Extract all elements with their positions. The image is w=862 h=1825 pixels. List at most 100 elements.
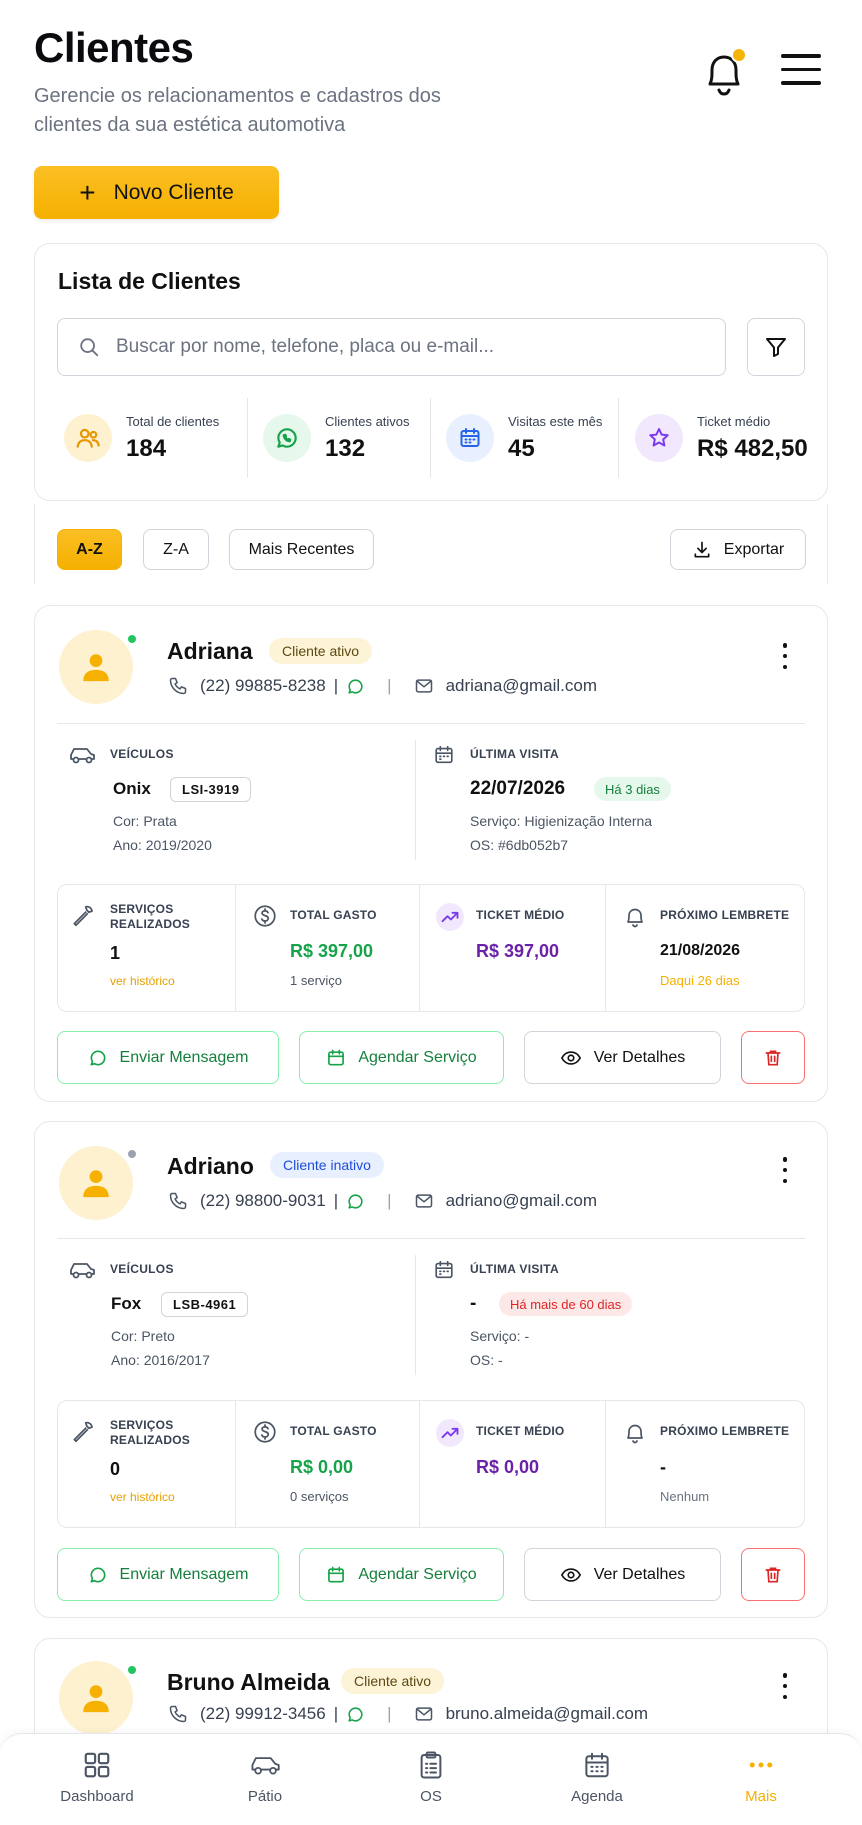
dollar-icon: [254, 1421, 276, 1443]
new-client-button[interactable]: + Novo Cliente: [34, 166, 279, 219]
list-title: Lista de Clientes: [58, 268, 241, 294]
email-address[interactable]: adriana@gmail.com: [446, 676, 597, 696]
email-address[interactable]: adriano@gmail.com: [446, 1191, 597, 1211]
car-icon: [70, 1263, 95, 1279]
nav-label: Mais: [745, 1788, 777, 1805]
nav-more[interactable]: Mais: [691, 1750, 831, 1805]
phone-number[interactable]: (22) 99912-3456: [200, 1704, 326, 1724]
button-label: Ver Detalhes: [593, 1048, 686, 1066]
send-message-button[interactable]: Enviar Mensagem: [57, 1031, 279, 1084]
vehicle-model: Fox: [111, 1294, 142, 1313]
stat-value: 45: [508, 434, 535, 462]
last-visit-tag: Há mais de 60 dias: [499, 1292, 633, 1316]
avg-ticket-label: TICKET MÉDIO: [476, 908, 565, 922]
nav-agenda[interactable]: Agenda: [527, 1750, 667, 1805]
divider: [235, 884, 236, 1012]
calendar-icon: [435, 745, 453, 764]
sort-recent-button[interactable]: Mais Recentes: [229, 529, 374, 570]
schedule-service-button[interactable]: Agendar Serviço: [299, 1031, 504, 1084]
schedule-service-button[interactable]: Agendar Serviço: [299, 1548, 504, 1601]
next-reminder-label: PRÓXIMO LEMBRETE: [660, 908, 790, 922]
eye-icon: [560, 1050, 581, 1065]
search-icon: [80, 338, 99, 357]
divider: [247, 398, 248, 478]
phone-icon: [169, 1192, 187, 1210]
stat-total-clients: Total de clientes 184: [64, 398, 219, 478]
users-icon: [64, 414, 112, 462]
last-visit-date: 22/07/2026: [470, 778, 566, 799]
search-input[interactable]: [116, 336, 676, 358]
online-status-dot: [126, 1664, 138, 1676]
dashboard-icon: [84, 1752, 110, 1778]
filter-button[interactable]: [747, 318, 805, 376]
stat-label: Visitas este mês: [508, 413, 603, 429]
avg-ticket-value: R$ 0,00: [476, 1457, 540, 1477]
more-options-button[interactable]: [781, 643, 789, 669]
page-subtitle: Gerencie os relacionamentos e cadastros …: [34, 85, 441, 136]
phone-icon: [169, 677, 187, 695]
whatsapp-icon[interactable]: [346, 1705, 365, 1724]
delete-button[interactable]: [741, 1548, 805, 1601]
menu-line: [781, 54, 821, 58]
last-visit-service: Serviço: Higienização Interna: [470, 813, 653, 829]
bell-icon: [627, 1424, 643, 1444]
stat-visits-month: Visitas este mês 45: [446, 398, 602, 478]
nav-os[interactable]: OS: [361, 1750, 501, 1805]
client-contact: (22) 98800-9031 | | adriano@gmail.com: [168, 1191, 597, 1211]
more-options-button[interactable]: [781, 1157, 789, 1183]
button-label: Agendar Serviço: [358, 1565, 477, 1583]
nav-patio[interactable]: Pátio: [195, 1750, 335, 1805]
view-details-button[interactable]: Ver Detalhes: [524, 1031, 721, 1084]
more-options-button[interactable]: [781, 1673, 789, 1699]
next-reminder-sub: Nenhum: [660, 1489, 710, 1504]
divider: [415, 1255, 416, 1375]
vehicle-year: Ano: 2016/2017: [111, 1352, 210, 1368]
client-name[interactable]: Bruno Almeida: [167, 1669, 330, 1696]
divider: [415, 740, 416, 860]
whatsapp-icon[interactable]: [346, 1192, 365, 1211]
calendar-icon: [446, 414, 494, 462]
send-message-button[interactable]: Enviar Mensagem: [57, 1548, 279, 1601]
nav-dashboard[interactable]: Dashboard: [27, 1750, 167, 1805]
sort-az-button[interactable]: A-Z: [57, 529, 122, 570]
mail-icon: [415, 1707, 432, 1721]
whatsapp-icon: [263, 414, 311, 462]
total-spent-sub: 1 serviço: [290, 973, 343, 988]
view-details-button[interactable]: Ver Detalhes: [524, 1548, 721, 1601]
history-link[interactable]: ver histórico: [110, 974, 175, 988]
divider: [605, 1400, 606, 1528]
nav-label: OS: [420, 1788, 442, 1805]
bell-icon: [627, 908, 643, 928]
divider: [57, 1238, 805, 1239]
avatar: [59, 1146, 133, 1220]
export-button[interactable]: Exportar: [670, 529, 806, 570]
user-icon: [83, 1170, 109, 1198]
hamburger-menu-button[interactable]: [781, 54, 821, 86]
services-count: 1: [110, 943, 121, 963]
phone-number[interactable]: (22) 98800-9031: [200, 1191, 326, 1211]
stat-label: Ticket médio: [697, 413, 771, 429]
stat-active-clients: Clientes ativos 132: [263, 398, 410, 478]
online-status-dot: [126, 633, 138, 645]
phone-number[interactable]: (22) 99885-8238: [200, 676, 326, 696]
total-spent-value: R$ 0,00: [290, 1457, 354, 1477]
stat-value: R$ 482,50: [697, 434, 808, 462]
stat-avg-ticket: Ticket médio R$ 482,50: [635, 398, 808, 478]
vehicle-color: Cor: Prata: [113, 813, 177, 829]
last-visit-os: OS: -: [470, 1352, 503, 1368]
wrench-icon: [73, 1421, 93, 1443]
client-name[interactable]: Adriano: [167, 1153, 254, 1180]
search-box[interactable]: [57, 318, 726, 376]
divider: [419, 884, 420, 1012]
download-icon: [694, 541, 710, 557]
client-name[interactable]: Adriana: [167, 638, 253, 665]
button-label: Enviar Mensagem: [119, 1048, 249, 1066]
avatar: [59, 1661, 133, 1735]
delete-button[interactable]: [741, 1031, 805, 1084]
whatsapp-icon[interactable]: [346, 677, 365, 696]
email-address[interactable]: bruno.almeida@gmail.com: [446, 1704, 648, 1724]
sort-za-button[interactable]: Z-A: [143, 529, 209, 570]
calendar-icon: [435, 1260, 453, 1279]
services-label: SERVIÇOS REALIZADOS: [110, 902, 190, 931]
history-link[interactable]: ver histórico: [110, 1490, 175, 1504]
